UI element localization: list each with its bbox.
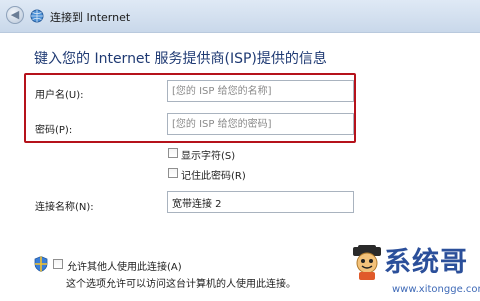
watermark-logo-icon xyxy=(353,245,381,280)
watermark-text: 系统哥 xyxy=(384,247,468,278)
connection-name-field[interactable] xyxy=(167,191,354,213)
remember-password-label: 记住此密码(R) xyxy=(181,171,246,182)
title-bar: ◀ 连接到 Internet xyxy=(0,0,480,33)
page-heading: 键入您的 Internet 服务提供商(ISP)提供的信息 xyxy=(34,51,327,67)
allow-others-label: 允许其他人使用此连接(A) xyxy=(67,262,182,273)
window-title: 连接到 Internet xyxy=(50,11,131,24)
password-label: 密码(P): xyxy=(35,125,73,136)
allow-others-checkbox[interactable] xyxy=(53,259,63,269)
back-arrow-icon[interactable]: ◀ xyxy=(6,6,24,24)
network-globe-icon xyxy=(30,9,44,23)
password-field[interactable] xyxy=(167,113,354,135)
username-field[interactable] xyxy=(167,80,354,102)
watermark-url: www.xitongge.com xyxy=(392,284,480,295)
show-chars-checkbox[interactable] xyxy=(168,148,178,158)
allow-others-note: 这个选项允许可以访问这台计算机的人使用此连接。 xyxy=(66,279,296,290)
remember-password-checkbox[interactable] xyxy=(168,168,178,178)
uac-shield-icon xyxy=(34,256,48,272)
connection-name-label: 连接名称(N): xyxy=(35,202,94,213)
username-label: 用户名(U): xyxy=(35,90,84,101)
show-chars-label: 显示字符(S) xyxy=(181,151,236,162)
